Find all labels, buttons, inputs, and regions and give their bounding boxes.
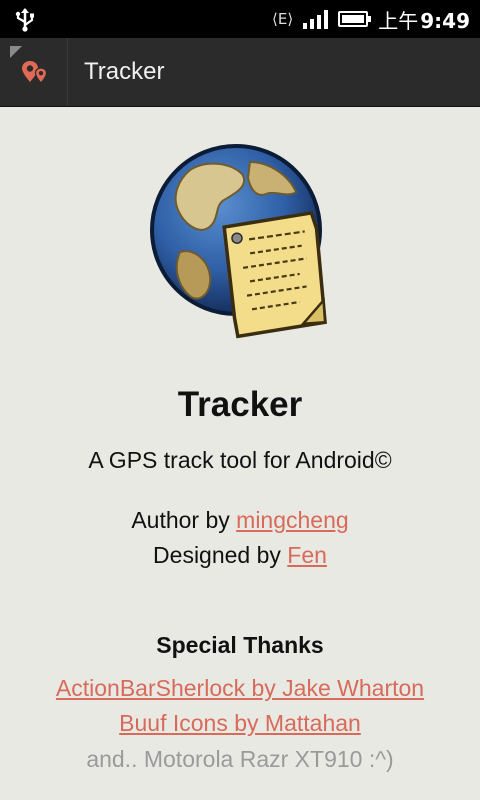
author-label: Author by: [131, 507, 237, 533]
battery-icon: [338, 11, 372, 27]
action-bar: Tracker: [0, 38, 480, 107]
signal-icon: [303, 9, 329, 29]
thanks-link-buuf-icons: Buuf Icons by Mattahan: [0, 710, 480, 737]
usb-icon: [15, 8, 34, 32]
home-button[interactable]: [0, 38, 68, 106]
app-tagline: A GPS track tool for Android©: [88, 447, 392, 473]
corner-indicator: [10, 46, 22, 58]
designer-credit: Designed by Fen: [0, 542, 480, 569]
about-content: Tracker A GPS track tool for Android© Au…: [0, 107, 480, 800]
buuf-icons-link[interactable]: Buuf Icons by Mattahan: [119, 710, 361, 736]
app-name: Tracker: [177, 385, 303, 424]
thanks-link-actionbarsherlock: ActionBarSherlock by Jake Wharton: [0, 675, 480, 702]
special-thanks-title: Special Thanks: [156, 632, 324, 658]
author-link[interactable]: mingcheng: [236, 507, 349, 533]
thanks-extra-note: and.. Motorola Razr XT910 :^): [86, 746, 394, 772]
map-pins-icon: [22, 61, 48, 84]
status-bar: ⟨E⟩ 上午 9:49: [0, 0, 480, 38]
actionbarsherlock-link[interactable]: ActionBarSherlock by Jake Wharton: [56, 675, 424, 701]
author-credit: Author by mingcheng: [0, 507, 480, 534]
designer-link[interactable]: Fen: [287, 542, 327, 568]
network-e-icon: ⟨E⟩: [272, 10, 294, 28]
designer-label: Designed by: [153, 542, 288, 568]
action-bar-title: Tracker: [84, 58, 165, 85]
globe-note-logo: [150, 144, 327, 339]
status-clock: 上午 9:49: [378, 8, 470, 33]
